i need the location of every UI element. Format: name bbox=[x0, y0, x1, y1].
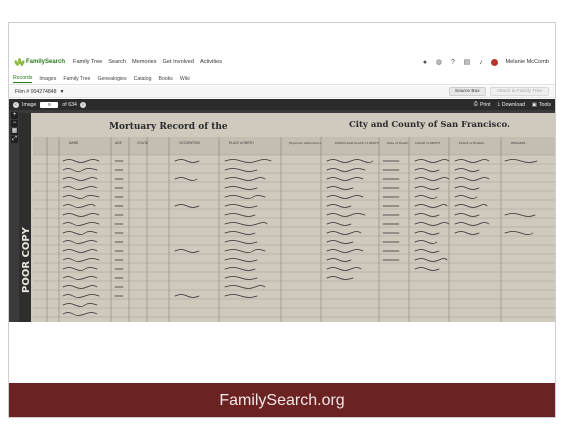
col-header-occupation: OCCUPATION bbox=[179, 141, 200, 145]
user-name[interactable]: Melanie McComb bbox=[505, 59, 549, 65]
browser-frame: FamilySearch Family Tree Search Memories… bbox=[8, 22, 556, 418]
bell-icon[interactable]: ♪ bbox=[477, 59, 484, 66]
print-icon: ⎙ bbox=[473, 101, 478, 107]
film-bar: Film # 004274848 ▼ Source Box Attach to … bbox=[9, 86, 555, 98]
nav-activities[interactable]: Activities bbox=[200, 59, 222, 65]
film-number[interactable]: Film # 004274848 bbox=[15, 89, 57, 95]
next-image-icon[interactable]: › bbox=[79, 101, 86, 108]
chevron-down-icon[interactable]: ▼ bbox=[60, 89, 65, 95]
user-avatar[interactable] bbox=[491, 58, 499, 66]
print-label: Print bbox=[479, 101, 491, 108]
col-header-name: NAME bbox=[69, 141, 78, 145]
nav-get-involved[interactable]: Get Involved bbox=[163, 59, 194, 65]
subnav-family-tree[interactable]: Family Tree bbox=[63, 76, 90, 82]
col-header-place-of-death: PARTICULAR PLACE of DEATH bbox=[335, 141, 379, 145]
familysearch-logo[interactable]: FamilySearch bbox=[13, 57, 66, 67]
poor-copy-stamp: POOR COPY bbox=[21, 226, 32, 293]
top-nav: FamilySearch Family Tree Search Memories… bbox=[9, 51, 555, 73]
col-header-cause: CAUSE of DEATH bbox=[415, 141, 440, 145]
col-header-burial: PLACE of BURIAL bbox=[459, 141, 485, 145]
nav-search[interactable]: Search bbox=[108, 59, 126, 65]
attach-to-tree-button[interactable]: Attach to Family Tree bbox=[489, 87, 549, 96]
download-button[interactable]: ⤓ Download bbox=[498, 101, 525, 108]
nav-family-tree[interactable]: Family Tree bbox=[73, 59, 102, 65]
zoom-controls: + − ▦ ⤢ bbox=[11, 112, 19, 143]
download-label: Download bbox=[501, 101, 525, 108]
col-header-date-of-death: Date of Death bbox=[387, 141, 408, 145]
tree-logo-icon bbox=[13, 57, 26, 67]
chat-icon[interactable]: ▤ bbox=[463, 59, 471, 66]
document-viewer[interactable]: + − ▦ ⤢ Mortuary Record of the City and … bbox=[9, 110, 555, 322]
location-icon[interactable]: ● bbox=[421, 59, 428, 66]
col-header-age: AGE bbox=[115, 141, 122, 145]
zoom-out-icon[interactable]: − bbox=[11, 120, 18, 127]
ledger-heading-right: City and County of San Francisco. bbox=[349, 120, 510, 130]
image-total: of 634 bbox=[62, 101, 77, 108]
tools-button[interactable]: ▣ Tools bbox=[532, 102, 551, 108]
tools-icon: ▣ bbox=[531, 101, 537, 108]
col-header-physician: Physician Attendance bbox=[289, 141, 321, 145]
subnav-catalog[interactable]: Catalog bbox=[134, 76, 152, 82]
sub-nav: Records Images Family Tree Genealogies C… bbox=[9, 73, 555, 85]
subnav-books[interactable]: Books bbox=[158, 76, 172, 82]
banner-text: FamilySearch.org bbox=[219, 392, 345, 409]
image-label: Image bbox=[22, 101, 37, 108]
image-toolbar: ‹ Image 9 of 634 › ⎙ Print ⤓ Download ▣ Too… bbox=[9, 99, 555, 110]
download-icon: ⤓ bbox=[497, 101, 500, 107]
grid-icon[interactable]: ▦ bbox=[11, 128, 18, 135]
nav-memories[interactable]: Memories bbox=[132, 59, 157, 65]
help-icon[interactable]: ? bbox=[449, 59, 456, 66]
print-button[interactable]: ⎙ Print bbox=[474, 101, 491, 108]
tools-label: Tools bbox=[538, 101, 551, 108]
subnav-wiki[interactable]: Wiki bbox=[180, 76, 190, 82]
footer-banner: FamilySearch.org bbox=[9, 383, 555, 417]
scanned-ledger-page: Mortuary Record of the City and County o… bbox=[19, 113, 555, 322]
source-box-button[interactable]: Source Box bbox=[448, 87, 486, 96]
ledger-scan: Mortuary Record of the City and County o… bbox=[19, 113, 555, 322]
ledger-heading-left: Mortuary Record of the bbox=[109, 122, 228, 132]
image-number-input[interactable]: 9 bbox=[40, 101, 59, 108]
subnav-genealogies[interactable]: Genealogies bbox=[97, 76, 126, 82]
zoom-in-icon[interactable]: + bbox=[11, 112, 18, 119]
subnav-records[interactable]: Records bbox=[13, 75, 33, 83]
fullscreen-icon[interactable]: ⤢ bbox=[11, 136, 18, 143]
previous-image-icon[interactable]: ‹ bbox=[13, 101, 19, 108]
globe-icon[interactable]: ◍ bbox=[435, 59, 442, 66]
col-header-remarks: REMARKS bbox=[511, 141, 526, 145]
subnav-images[interactable]: Images bbox=[39, 76, 56, 82]
logo-text: FamilySearch bbox=[26, 59, 66, 65]
col-header-birthplace: PLACE of BIRTH bbox=[229, 141, 254, 145]
